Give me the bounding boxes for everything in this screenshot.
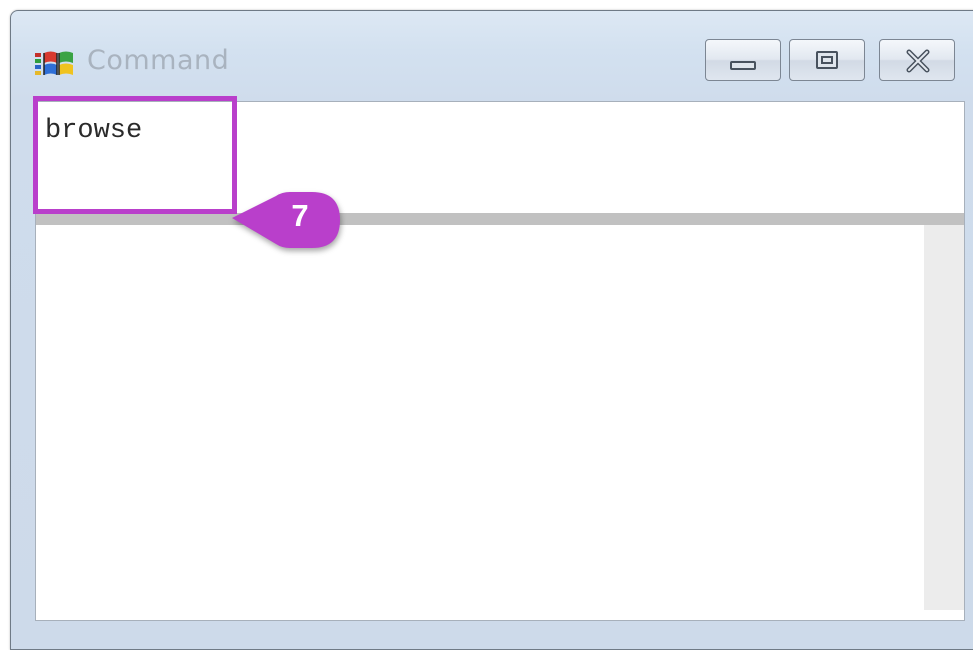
pane-splitter[interactable] xyxy=(36,213,964,225)
minimize-button[interactable] xyxy=(705,39,781,81)
maximize-icon xyxy=(816,51,838,69)
highlight-box xyxy=(33,96,237,214)
window-title: Command xyxy=(87,45,230,76)
close-icon xyxy=(906,49,930,73)
title-bar[interactable]: Command xyxy=(11,11,973,101)
vertical-scrollbar[interactable] xyxy=(924,225,964,610)
command-output xyxy=(36,225,964,620)
close-button[interactable] xyxy=(879,39,955,81)
minimize-icon xyxy=(730,61,756,70)
maximize-button[interactable] xyxy=(789,39,865,81)
step-number: 7 xyxy=(291,198,309,233)
windows-flag-icon xyxy=(35,51,73,75)
